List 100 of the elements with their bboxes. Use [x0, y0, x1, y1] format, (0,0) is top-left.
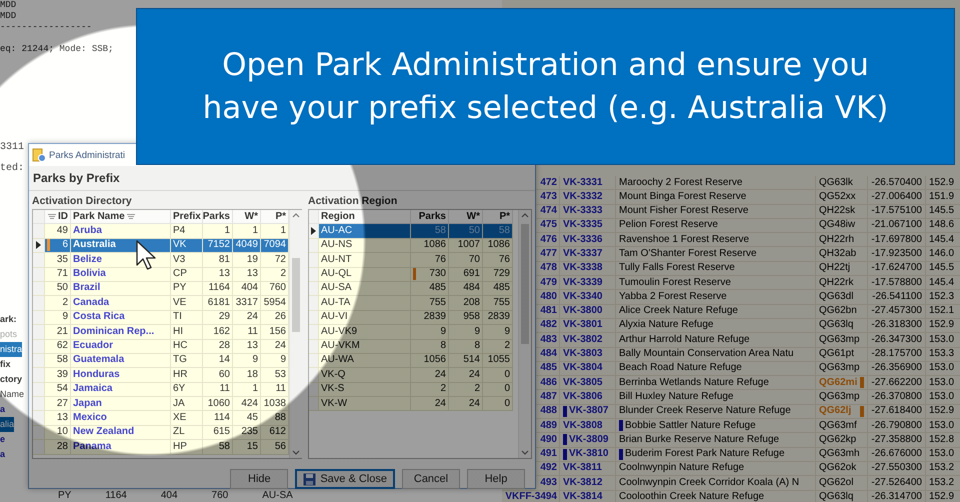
table-cell-text: 58	[434, 224, 446, 238]
grid-row[interactable]: 9 Costa Rica TI 29 24 26	[33, 310, 289, 326]
table-cell-text: 45	[246, 410, 258, 425]
column-header[interactable]: W*	[449, 210, 483, 224]
table-cell-text: 152.1	[928, 304, 956, 318]
grid-row[interactable]: 13 Mexico XE 114 45 88	[33, 411, 289, 426]
table-cell-text: 2	[440, 382, 446, 396]
scrollbar[interactable]	[518, 210, 531, 458]
table-cell: -27.358800	[868, 433, 926, 447]
grid-row[interactable]: 54 Jamaica 6Y 11 1 11	[33, 382, 289, 398]
table-cell: 730	[429, 267, 446, 282]
park-reference[interactable]: VK-3336	[563, 232, 602, 247]
grid-row[interactable]: 21 Dominican Rep... HI 162 11 156	[33, 325, 289, 340]
table-cell: -27.618400	[868, 404, 926, 418]
grid-row[interactable]: 71 Bolivia CP 13 13 2	[33, 268, 289, 282]
table-cell-text: 615	[213, 425, 230, 440]
table-cell-text: 50	[56, 281, 68, 296]
table-cell-text: 9	[252, 353, 258, 368]
grid-row[interactable]: 39 Honduras HR 60 18 53	[33, 368, 289, 383]
grid-row[interactable]: 58 Guatemala TG 14 9 9	[33, 354, 289, 368]
grid-row[interactable]: 62 Ecuador HC 28 13 24	[33, 340, 289, 354]
scrollbar[interactable]	[289, 210, 302, 458]
column-header[interactable]: Park Name	[71, 210, 171, 224]
park-reference[interactable]: VK-3809	[569, 432, 608, 448]
form-label[interactable]: a	[0, 447, 6, 462]
park-reference[interactable]: VK-3806	[563, 390, 602, 404]
park-reference[interactable]: VK-3812	[563, 476, 602, 490]
grid-row[interactable]: 27 Japan JA 1060 424 1038	[33, 397, 289, 412]
filter-icon[interactable]	[48, 213, 56, 220]
row-header[interactable]	[33, 238, 45, 254]
column-header[interactable]: Prefix	[171, 210, 203, 224]
console-text: 3311	[0, 142, 26, 153]
park-reference[interactable]: VK-3338	[563, 261, 602, 276]
scroll-thumb[interactable]	[292, 258, 300, 332]
table-cell: -21.067100	[868, 218, 926, 232]
table-cell: Berrinba Wetlands Nature Refuge	[619, 376, 769, 390]
dialog-button[interactable]: Hide	[230, 469, 288, 489]
park-reference[interactable]: VK-3332	[563, 190, 602, 204]
park-reference[interactable]: VK-3807	[569, 404, 608, 419]
table-cell: QG62bn	[819, 304, 857, 318]
table-cell-text: TI	[173, 310, 182, 324]
table-cell-text: 6	[62, 238, 68, 252]
table-cell: Cooloothin Creek Nature Refuge	[619, 490, 764, 502]
table-cell-text: 153.0	[928, 333, 956, 347]
park-reference[interactable]: VK-3804	[563, 361, 602, 376]
table-cell-text: 11	[248, 324, 258, 339]
table-cell: 404	[160, 490, 178, 502]
scroll-thumb[interactable]	[521, 224, 529, 344]
table-cell-text: 6181	[208, 296, 230, 310]
table-cell-text: TG	[173, 353, 187, 368]
grid-row[interactable]: 10 New Zealand ZL 615 235 612	[33, 426, 289, 440]
park-reference[interactable]: VK-3811	[563, 461, 602, 476]
grid-row[interactable]: 49 Aruba P4 1 1 1	[33, 224, 289, 239]
column-header[interactable]: ID	[45, 210, 71, 224]
grid-row[interactable]: 28 Panama HP 58 15 56	[33, 440, 289, 455]
dialog-button[interactable]: Cancel	[402, 469, 460, 489]
park-reference[interactable]: VK-3340	[563, 290, 602, 304]
table-cell-text: 152.9	[928, 404, 956, 418]
row-header[interactable]	[309, 224, 319, 239]
grid-row[interactable]: 2 Canada VE 6181 3317 5954	[33, 296, 289, 311]
table-cell-text: 514	[463, 353, 480, 368]
park-reference[interactable]: VK-3802	[563, 332, 602, 348]
filter-icon[interactable]	[126, 213, 135, 220]
table-cell-text: 60	[218, 368, 230, 382]
table-cell: -26.570400	[868, 176, 926, 190]
table-cell-text: 153.0	[928, 448, 956, 461]
park-reference[interactable]: VK-3335	[563, 218, 602, 233]
table-cell: Bally Mountain Conservation Area Natu	[619, 347, 794, 362]
column-header[interactable]: P*	[261, 210, 289, 224]
park-reference[interactable]: VK-3814	[563, 490, 602, 502]
dialog-button[interactable]: Help	[467, 469, 525, 489]
grid-row[interactable]: 35 Belize V3 81 19 72	[33, 253, 289, 268]
form-label[interactable]: e	[0, 432, 6, 447]
grid-row[interactable]: 50 Brazil PY 1164 404 760	[33, 282, 289, 296]
park-reference[interactable]: VK-3810	[569, 447, 608, 462]
table-cell-text: QG62kp	[819, 432, 856, 447]
table-cell: -26.370800	[868, 390, 926, 404]
console-text: MDD	[0, 11, 16, 21]
park-reference[interactable]: VK-3805	[563, 376, 602, 390]
park-reference[interactable]: VK-3808	[563, 418, 602, 433]
table-cell-text: QG48iw	[819, 218, 856, 232]
column-header[interactable]: Parks	[411, 210, 449, 224]
park-reference[interactable]: VK-3801	[563, 318, 602, 333]
table-cell-text: PY	[173, 281, 186, 296]
park-reference[interactable]: VK-3800	[563, 304, 602, 318]
form-label[interactable]: a	[0, 402, 6, 417]
park-reference[interactable]: VK-3337	[563, 246, 602, 262]
park-reference[interactable]: VK-3339	[563, 276, 602, 290]
column-header[interactable]: P*	[483, 210, 513, 224]
column-header[interactable]: Parks	[203, 210, 233, 224]
list-item[interactable]: alia	[0, 417, 14, 432]
table-cell-text: 208	[463, 296, 480, 310]
save-close-button[interactable]: Save & Close	[295, 469, 395, 489]
park-reference[interactable]: VK-3333	[563, 204, 602, 218]
column-header[interactable]: W*	[233, 210, 261, 224]
column-header[interactable]: Region	[319, 210, 411, 224]
park-reference[interactable]: VK-3803	[563, 347, 602, 362]
park-reference[interactable]: VK-3331	[563, 176, 602, 190]
save-icon	[303, 472, 316, 486]
list-item[interactable]: nistra	[0, 342, 22, 357]
